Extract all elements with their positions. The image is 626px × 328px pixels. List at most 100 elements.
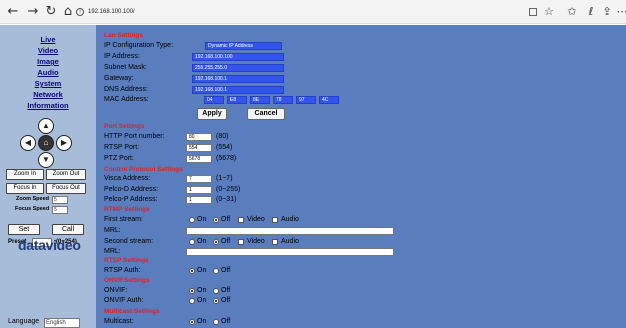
mac-byte-field[interactable]: 97 bbox=[296, 96, 316, 104]
zoom-in-button[interactable]: Zoom In bbox=[6, 169, 44, 180]
ptz-right-icon[interactable]: ▶ bbox=[56, 135, 72, 151]
ptz-port-label: PTZ Port: bbox=[104, 155, 134, 162]
rtsp-port-field[interactable]: 554 bbox=[186, 144, 212, 152]
focus-in-button[interactable]: Focus In bbox=[6, 183, 44, 194]
onvif-off-radio[interactable] bbox=[213, 288, 219, 294]
rtsp-auth-on-label: On bbox=[197, 267, 207, 274]
http-port-label: HTTP Port number: bbox=[104, 133, 165, 140]
address-url: 192.168.100.100/ bbox=[88, 9, 135, 15]
ip-config-label: IP Configuration Type: bbox=[104, 42, 174, 49]
site-info-icon[interactable]: i bbox=[76, 8, 84, 16]
zoom-speed-select[interactable]: 5 bbox=[52, 196, 68, 204]
rtsp-auth-off-label: Off bbox=[221, 267, 231, 274]
second-stream-video-label: Video bbox=[247, 238, 265, 245]
focus-out-button[interactable]: Focus Out bbox=[46, 183, 86, 194]
pelcop-address-field[interactable]: 1 bbox=[186, 196, 212, 204]
second-stream-label: Second stream: bbox=[104, 238, 154, 245]
nav-link-system[interactable]: System bbox=[0, 79, 96, 88]
ptz-down-icon[interactable]: ▼ bbox=[38, 152, 54, 168]
visca-address-hint: (1~7) bbox=[216, 175, 233, 182]
http-port-hint: (80) bbox=[216, 133, 229, 140]
onvif-auth-on-radio[interactable] bbox=[189, 298, 195, 304]
onvif-auth-on-label: On bbox=[197, 297, 207, 304]
forward-icon[interactable]: → bbox=[24, 3, 42, 21]
second-stream-audio-checkbox[interactable] bbox=[272, 239, 278, 245]
nav-link-network[interactable]: Network bbox=[0, 90, 96, 99]
onvif-auth-off-radio[interactable] bbox=[213, 298, 219, 304]
dns-address-label: DNS Address: bbox=[104, 86, 148, 93]
first-stream-off-radio[interactable] bbox=[213, 217, 219, 223]
nav-link-video[interactable]: Video bbox=[0, 46, 96, 55]
multicast-settings-title: Multicast Settings bbox=[104, 308, 160, 315]
nav-link-information[interactable]: Information bbox=[0, 101, 96, 110]
first-stream-video-checkbox[interactable] bbox=[238, 217, 244, 223]
rtsp-settings-title: RTSP Settings bbox=[104, 257, 149, 264]
share-icon[interactable]: ⇪ bbox=[599, 3, 615, 21]
rtmp-settings-title: RTMP Settings bbox=[104, 206, 150, 213]
rtsp-auth-on-radio[interactable] bbox=[189, 268, 195, 274]
multicast-off-radio[interactable] bbox=[213, 319, 219, 325]
onvif-settings-title: ONVIFSettings bbox=[104, 277, 150, 284]
port-settings-title: Port Settings bbox=[104, 123, 145, 130]
set-preset-button[interactable]: Set bbox=[8, 224, 40, 235]
ptz-port-hint: (5678) bbox=[216, 155, 237, 162]
first-stream-audio-label: Audio bbox=[281, 216, 299, 223]
mac-byte-field[interactable]: E8 bbox=[227, 96, 247, 104]
second-stream-video-checkbox[interactable] bbox=[238, 239, 244, 245]
mac-byte-field[interactable]: 8E bbox=[250, 96, 270, 104]
first-stream-off-label: Off bbox=[221, 216, 231, 223]
call-preset-button[interactable]: Call bbox=[52, 224, 84, 235]
nav-link-audio[interactable]: Audio bbox=[0, 68, 96, 77]
notes-icon[interactable]: ℓ bbox=[583, 3, 599, 21]
ip-config-select[interactable]: Dynamic IP Address bbox=[205, 42, 282, 50]
more-icon[interactable]: ⋯ bbox=[614, 3, 626, 21]
ip-address-field[interactable]: 192.168.100.100 bbox=[192, 53, 284, 61]
second-stream-off-radio[interactable] bbox=[213, 239, 219, 245]
onvif-auth-off-label: Off bbox=[221, 297, 231, 304]
ptz-home-icon[interactable]: ⌂ bbox=[38, 135, 54, 151]
first-mrl-label: MRL: bbox=[104, 227, 121, 234]
back-icon[interactable]: ← bbox=[4, 3, 22, 21]
reading-view-icon[interactable] bbox=[529, 8, 537, 16]
favorites-icon[interactable]: ✩ bbox=[564, 3, 580, 21]
first-stream-label: First stream: bbox=[104, 216, 143, 223]
mac-byte-field[interactable]: 78 bbox=[273, 96, 293, 104]
mac-byte-field[interactable]: 04 bbox=[204, 96, 224, 104]
focus-speed-select[interactable]: 5 bbox=[52, 206, 68, 214]
ptz-port-field[interactable]: 5678 bbox=[186, 155, 212, 163]
mac-address-label: MAC Address: bbox=[104, 96, 149, 103]
first-stream-on-radio[interactable] bbox=[189, 217, 195, 223]
pelcop-address-label: Pelco-P Address: bbox=[104, 196, 158, 203]
multicast-off-label: Off bbox=[221, 318, 231, 325]
zoom-out-button[interactable]: Zoom Out bbox=[46, 169, 86, 180]
refresh-icon[interactable]: ↻ bbox=[42, 3, 60, 21]
multicast-on-radio[interactable] bbox=[189, 319, 195, 325]
pelcod-address-field[interactable]: 1 bbox=[186, 186, 212, 194]
dns-address-field[interactable]: 192.168.100.1 bbox=[192, 86, 284, 94]
first-mrl-field[interactable] bbox=[186, 227, 394, 235]
apply-button[interactable]: Apply bbox=[197, 108, 227, 120]
subnet-mask-field[interactable]: 255.255.255.0 bbox=[192, 64, 284, 72]
address-bar[interactable]: i 192.168.100.100/ bbox=[76, 4, 440, 20]
favorite-star-icon[interactable]: ☆ bbox=[541, 3, 557, 21]
nav-link-image[interactable]: Image bbox=[0, 57, 96, 66]
gateway-field[interactable]: 192.168.100.1 bbox=[192, 75, 284, 83]
ptz-up-icon[interactable]: ▲ bbox=[38, 118, 54, 134]
mac-byte-field[interactable]: 4C bbox=[319, 96, 339, 104]
first-stream-audio-checkbox[interactable] bbox=[272, 217, 278, 223]
nav-link-live[interactable]: Live bbox=[0, 35, 96, 44]
rtsp-port-hint: (554) bbox=[216, 144, 233, 151]
pelcop-address-hint: (0~31) bbox=[216, 196, 237, 203]
home-icon[interactable]: ⌂ bbox=[59, 3, 77, 21]
onvif-on-radio[interactable] bbox=[189, 288, 195, 294]
http-port-field[interactable]: 80 bbox=[186, 133, 212, 141]
second-stream-on-radio[interactable] bbox=[189, 239, 195, 245]
ptz-left-icon[interactable]: ◀ bbox=[20, 135, 36, 151]
second-mrl-field[interactable] bbox=[186, 248, 394, 256]
second-stream-off-label: Off bbox=[221, 238, 231, 245]
rtsp-auth-off-radio[interactable] bbox=[213, 268, 219, 274]
visca-address-field[interactable]: 7 bbox=[186, 175, 212, 183]
cancel-button[interactable]: Cancel bbox=[247, 108, 285, 120]
language-select[interactable]: English bbox=[44, 318, 80, 328]
rtsp-auth-label: RTSP Auth: bbox=[104, 267, 141, 274]
